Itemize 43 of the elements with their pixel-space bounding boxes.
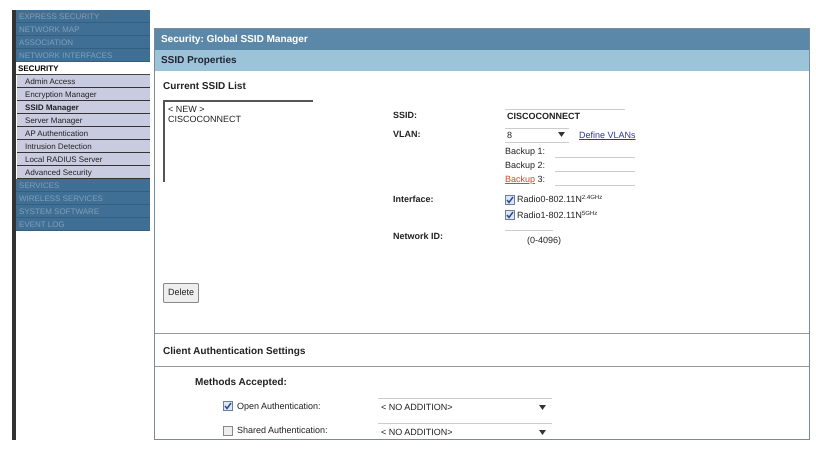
checkbox[interactable] xyxy=(505,194,515,205)
addition-dropdown[interactable]: < NO ADDITION> xyxy=(378,422,552,439)
sidebar-item[interactable]: SSID Manager xyxy=(17,101,150,114)
network-id-field[interactable] xyxy=(505,230,553,234)
caret-icon xyxy=(558,132,565,136)
range-hint: (0-4096) xyxy=(527,234,562,247)
list-title: Current SSID List xyxy=(163,80,247,94)
checkbox-label: Radio0-802.11N$^{2.4GHz}$ xyxy=(517,193,602,206)
field-label: VLAN: xyxy=(393,128,422,140)
backup-label: Backup 3: xyxy=(505,173,546,186)
sidebar-item[interactable]: Intrusion Detection xyxy=(17,140,150,153)
section-title: Client Authentication Settings xyxy=(163,346,306,357)
caret-icon xyxy=(539,430,546,434)
addition-dropdown[interactable]: < NO ADDITION> xyxy=(378,398,552,414)
sidebar-item[interactable]: Server Manager xyxy=(17,114,150,127)
section-title: SSID Properties xyxy=(155,50,809,71)
checkbox[interactable] xyxy=(223,426,233,436)
sidebar-item[interactable]: Admin Access xyxy=(17,75,150,88)
sidebar-item[interactable]: AP Authentication xyxy=(17,127,150,140)
define-vlans-link[interactable]: Define VLANs xyxy=(579,128,636,142)
checkbox-label: Open Authentication: xyxy=(237,400,321,413)
backup-label: Backup 2: xyxy=(505,159,546,172)
page-title: Security: Global SSID Manager xyxy=(155,29,809,50)
sidebar-item[interactable]: Local RADIUS Server xyxy=(17,153,150,166)
sidebar-item[interactable]: Encryption Manager xyxy=(17,88,150,101)
backup-label: Backup 1: xyxy=(505,145,546,158)
checkbox[interactable] xyxy=(223,401,233,412)
ssid-list[interactable]: < NEW > CISCOCONNECT xyxy=(163,100,313,182)
list-item[interactable]: CISCOCONNECT xyxy=(168,114,310,124)
checkbox-label: Shared Authentication: xyxy=(237,424,328,437)
checkbox[interactable] xyxy=(505,210,515,220)
ssid-field[interactable]: CISCOCONNECT xyxy=(505,109,625,124)
field-label: SSID: xyxy=(393,109,418,122)
vlan-dropdown[interactable]: 8 xyxy=(505,128,569,143)
delete-button[interactable]: Delete xyxy=(163,283,200,302)
caret-icon xyxy=(539,405,546,410)
field-label: Methods Accepted: xyxy=(195,376,288,390)
field-label: Interface: xyxy=(393,193,435,206)
field-label: Network ID: xyxy=(393,230,444,243)
sidebar-item[interactable]: Advanced Security xyxy=(17,166,150,179)
checkbox-label: Radio1-802.11N$^{5GHz}$ xyxy=(517,208,598,222)
list-item[interactable]: < NEW > xyxy=(168,104,310,114)
sidebar-item[interactable]: SECURITY xyxy=(16,62,150,75)
